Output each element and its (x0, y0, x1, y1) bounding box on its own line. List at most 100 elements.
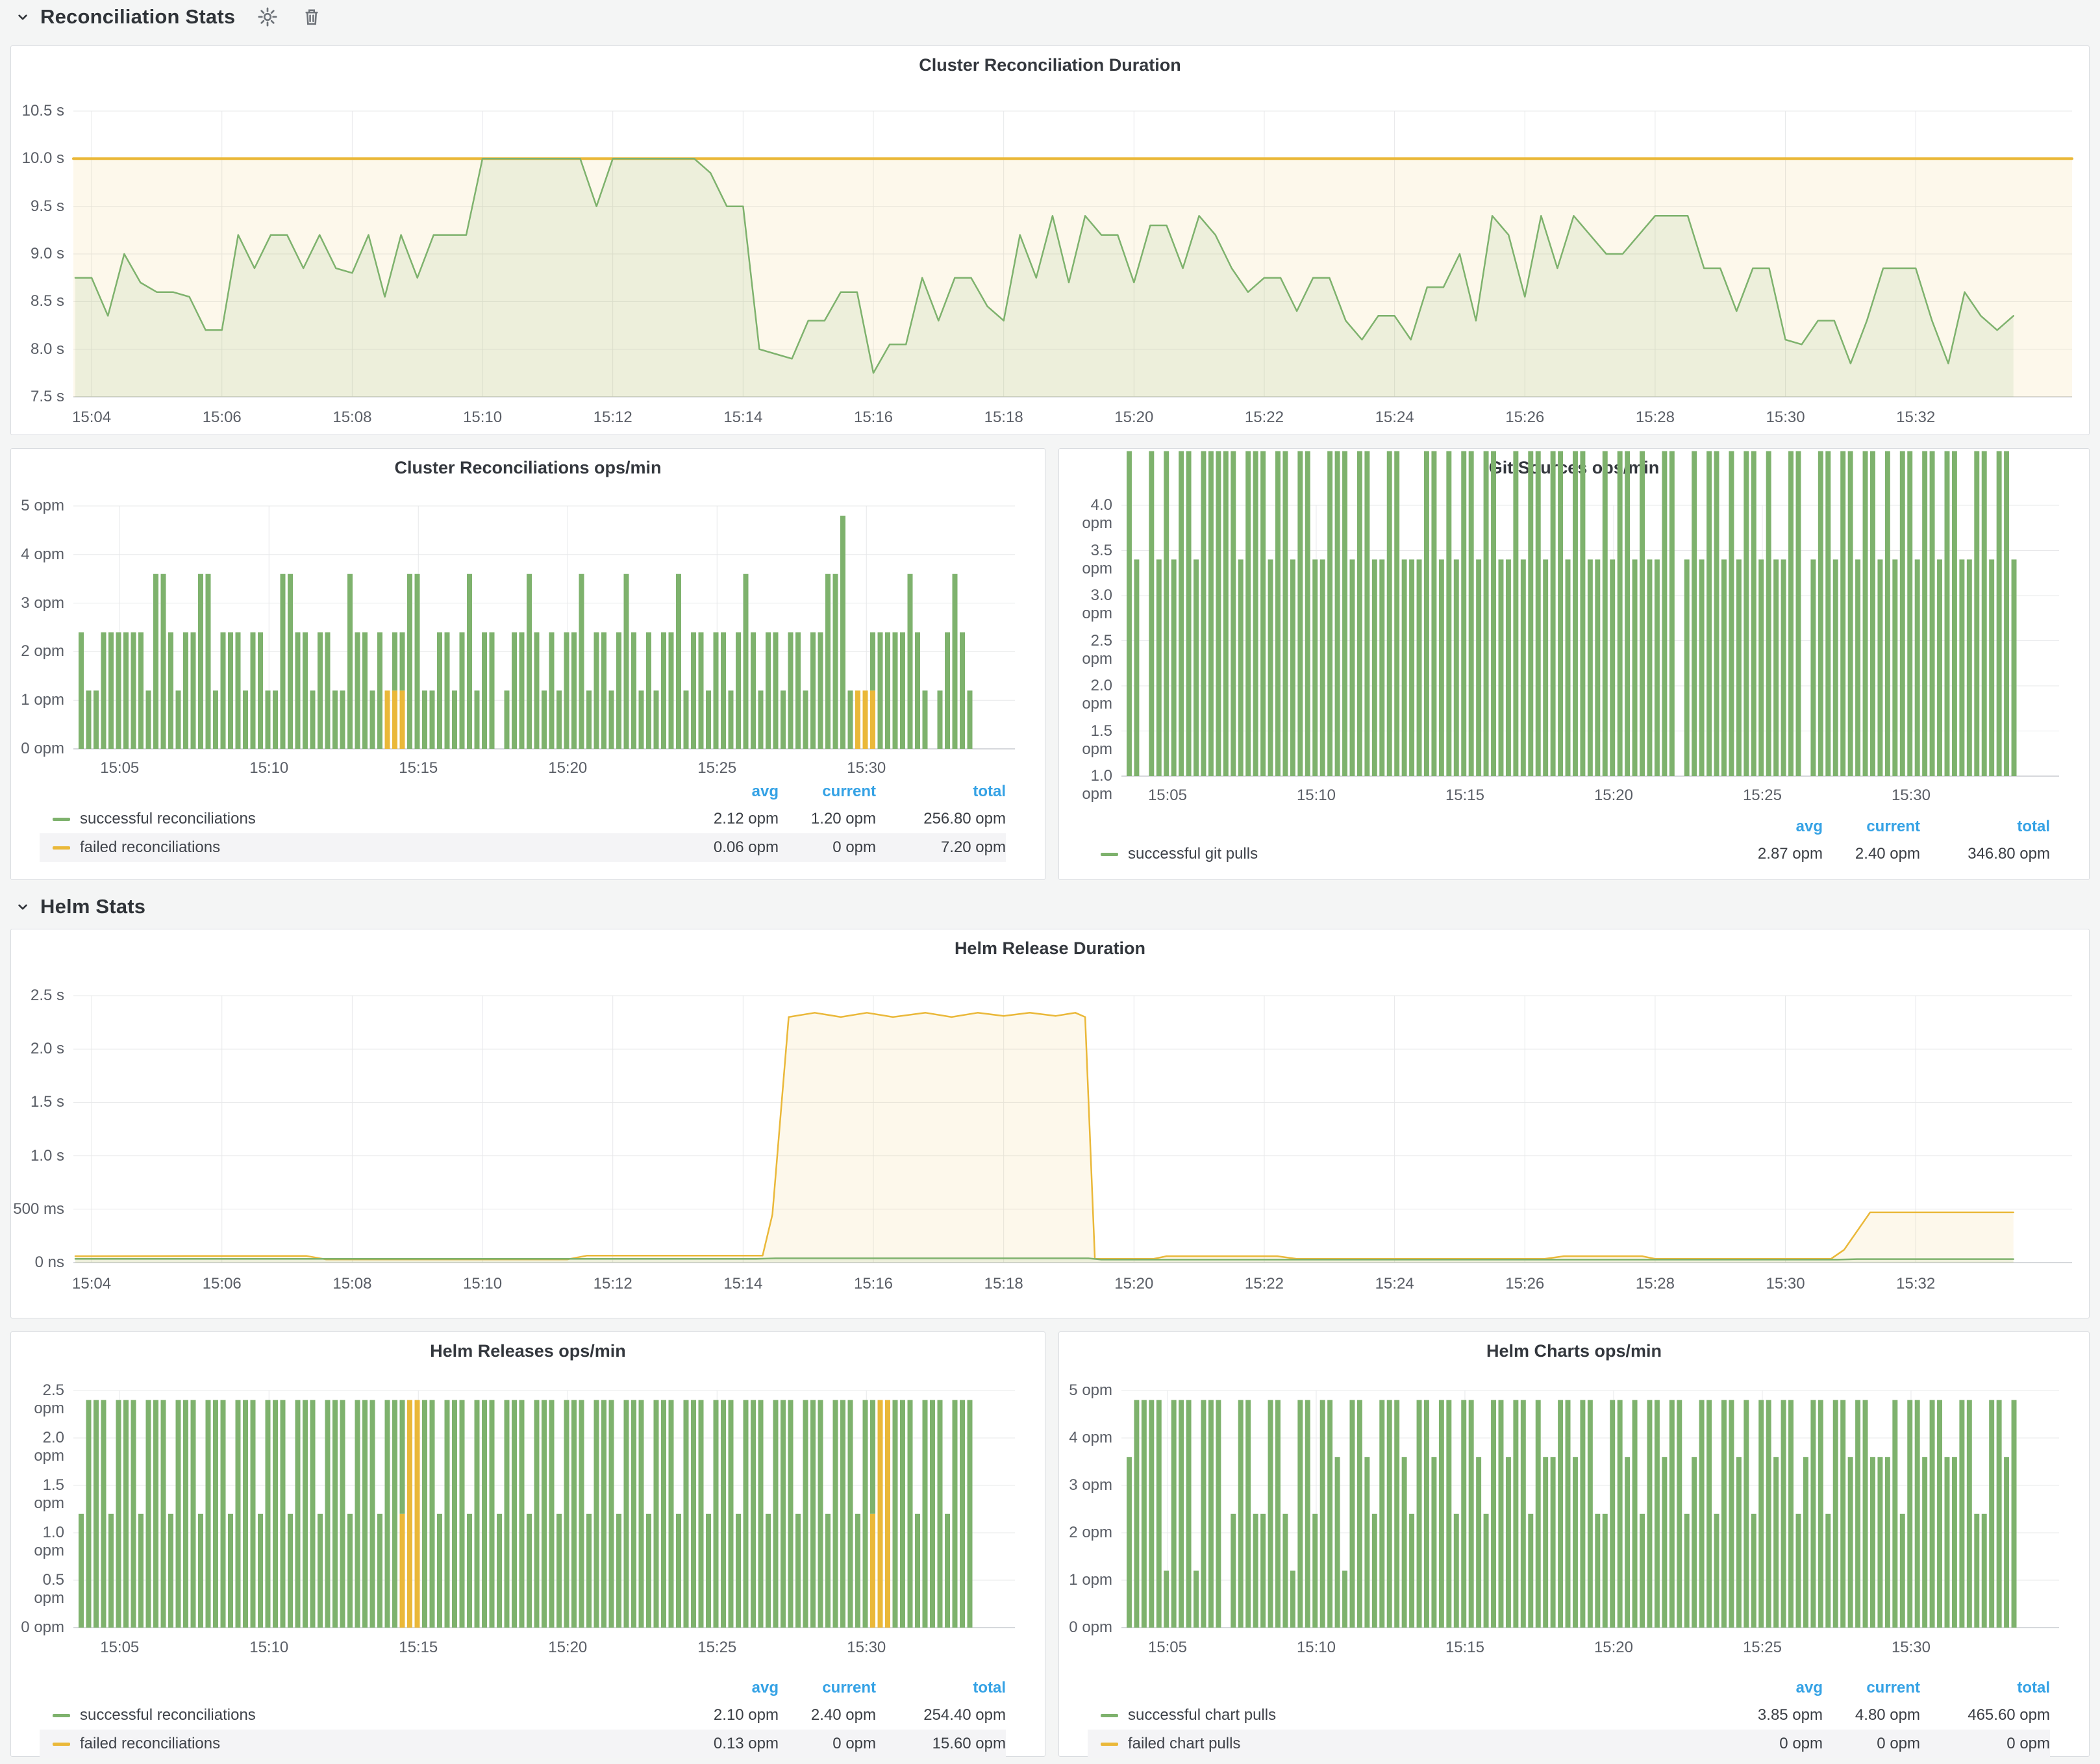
bar-success (714, 632, 719, 749)
y-axis-label: 2.5 s (11, 987, 64, 1005)
gear-icon[interactable] (256, 5, 279, 29)
y-axis-label: 1.5 opm (11, 1476, 64, 1513)
bar-success (1669, 451, 1675, 776)
bar-success (900, 632, 905, 749)
bar-success (549, 1400, 555, 1628)
legend-column-total[interactable]: total (1920, 818, 2050, 836)
trash-icon[interactable] (300, 5, 323, 29)
bar-success (1662, 451, 1667, 776)
bar-success (1997, 1400, 2002, 1628)
legend-column-total[interactable]: total (876, 783, 1006, 801)
legend-row[interactable]: failed chart pulls0 opm0 opm0 opm (1088, 1730, 2050, 1758)
bar-success (1372, 559, 1377, 776)
y-axis-label: 9.5 s (11, 197, 64, 216)
bar-success (228, 1514, 233, 1628)
bar-success (1714, 451, 1719, 776)
bar-success (370, 1400, 375, 1628)
bar-success (758, 690, 764, 749)
bar-success (721, 632, 726, 749)
bar-success (915, 1514, 920, 1628)
legend-row[interactable]: failed reconciliations0.13 opm0 opm15.60… (40, 1730, 1006, 1758)
bar-success (1618, 451, 1623, 776)
legend-column-avg[interactable]: avg (675, 783, 779, 801)
legend-value-current: 2.40 opm (1823, 845, 1920, 863)
y-axis-label: 1.5 opm (1059, 722, 1112, 759)
bar-success (1833, 1400, 1838, 1628)
legend-series-label[interactable]: failed chart pulls (1128, 1735, 1719, 1753)
bar-success (1499, 559, 1504, 776)
bar-success (1840, 1400, 1845, 1628)
bar-success (1558, 451, 1563, 776)
legend-series-dash (53, 818, 70, 821)
y-axis-label: 3 opm (11, 594, 64, 612)
bar-success (855, 1514, 860, 1628)
bar-success (1566, 559, 1571, 776)
bar-success (736, 632, 741, 749)
legend-column-total[interactable]: total (876, 1679, 1006, 1697)
legend-series-label[interactable]: failed reconciliations (80, 838, 675, 857)
legend-row[interactable]: successful reconciliations2.10 opm2.40 o… (40, 1701, 1006, 1730)
bar-success (1588, 1400, 1593, 1628)
legend-column-avg[interactable]: avg (1719, 818, 1823, 836)
bar-success (825, 1514, 831, 1628)
bar-success (475, 690, 480, 749)
bar-success (1491, 451, 1496, 776)
section-header-reconciliation-stats[interactable]: Reconciliation Stats (14, 5, 323, 29)
x-axis-label: 15:18 (984, 1275, 1023, 1293)
bar-success (1454, 1514, 1459, 1628)
bar-success (1186, 1400, 1192, 1628)
bar-success (1974, 451, 1979, 776)
bar-success (228, 632, 233, 749)
bar-success (281, 574, 286, 749)
bar-success (960, 632, 965, 749)
legend-column-avg[interactable]: avg (1719, 1679, 1823, 1697)
bar-success (437, 1514, 442, 1628)
bar-success (788, 632, 794, 749)
legend-series-label[interactable]: successful reconciliations (80, 810, 675, 828)
legend-column-current[interactable]: current (1823, 1679, 1920, 1697)
bar-success (243, 1400, 248, 1628)
legend-row[interactable]: successful chart pulls3.85 opm4.80 opm46… (1088, 1701, 2050, 1730)
bar-success (1781, 1400, 1786, 1628)
bar-success (101, 632, 106, 749)
bar-success (1885, 1457, 1890, 1628)
legend-value-avg: 2.10 opm (675, 1706, 779, 1724)
bar-success (1788, 451, 1794, 776)
legend-series-label[interactable]: failed reconciliations (80, 1735, 675, 1753)
legend-series-label[interactable]: successful git pulls (1128, 845, 1719, 863)
section-header-helm-stats[interactable]: Helm Stats (14, 895, 145, 918)
bar-success (1632, 1400, 1638, 1628)
legend-column-current[interactable]: current (779, 1679, 876, 1697)
bar-success (1625, 1457, 1630, 1628)
bar-success (1342, 1570, 1347, 1628)
bar-success (251, 632, 256, 749)
legend-series-label[interactable]: successful chart pulls (1128, 1706, 1719, 1724)
bar-success (116, 632, 121, 749)
legend-column-total[interactable]: total (1920, 1679, 2050, 1697)
bar-success (505, 690, 510, 749)
bar-success (1194, 1570, 1199, 1628)
bar-success (571, 1400, 577, 1628)
bar-success (362, 1400, 368, 1628)
bar-success (422, 690, 427, 749)
bar-success (751, 1400, 756, 1628)
legend-row[interactable]: failed reconciliations0.06 opm0 opm7.20 … (40, 833, 1006, 862)
bar-success (1499, 1400, 1504, 1628)
bar-success (609, 1400, 614, 1628)
bar-success (968, 690, 973, 749)
bar-success (893, 1400, 898, 1628)
legend-value-total: 465.60 opm (1920, 1706, 2050, 1724)
bar-success (1335, 1457, 1340, 1628)
legend-row[interactable]: successful reconciliations2.12 opm1.20 o… (40, 805, 1006, 833)
bar-success (94, 690, 99, 749)
bar-success (1446, 451, 1451, 776)
legend-series-label[interactable]: successful reconciliations (80, 1706, 675, 1724)
bar-success (108, 632, 114, 749)
chevron-down-icon (14, 8, 31, 25)
legend-row[interactable]: successful git pulls2.87 opm2.40 opm346.… (1088, 840, 2050, 868)
legend-column-avg[interactable]: avg (675, 1679, 779, 1697)
legend-column-current[interactable]: current (1823, 818, 1920, 836)
legend-column-current[interactable]: current (779, 783, 876, 801)
x-axis-label: 15:20 (1114, 1275, 1153, 1293)
y-axis-label: 4 opm (1059, 1429, 1112, 1447)
